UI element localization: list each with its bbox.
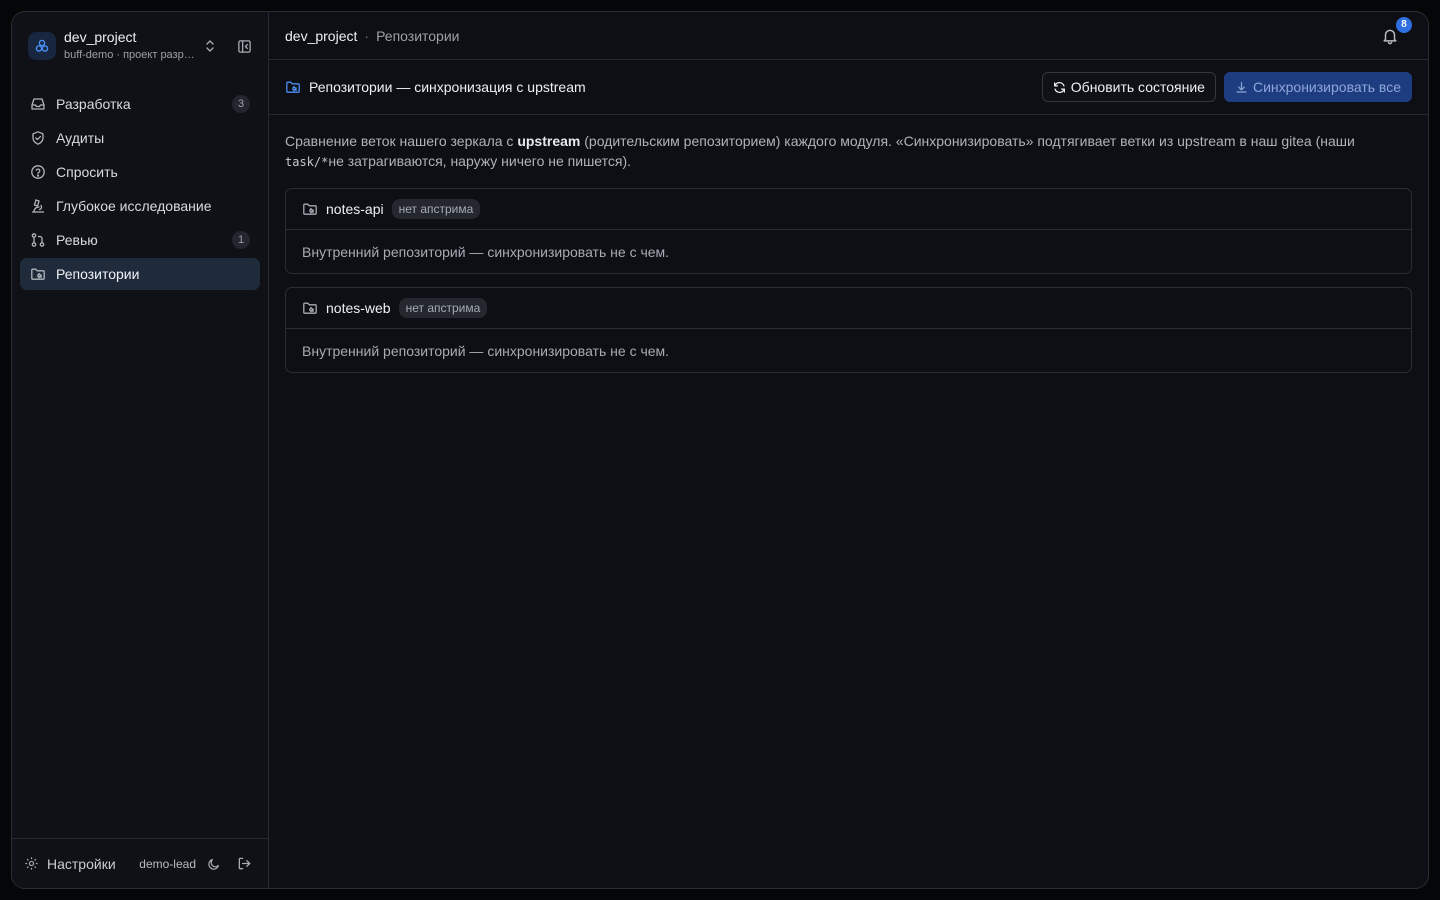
sync-all-label: Синхронизировать все xyxy=(1252,79,1401,95)
sidebar-footer: Настройки demo-lead xyxy=(12,838,268,888)
description-part: (родительским репозиторием) каждого моду… xyxy=(580,133,1355,149)
settings-label: Настройки xyxy=(47,855,116,872)
breadcrumb-current-page: Репозитории xyxy=(376,27,460,44)
repo-name: notes-api xyxy=(326,201,384,217)
git-pull-request-icon xyxy=(30,232,46,248)
description-part: Сравнение веток нашего зеркала с xyxy=(285,133,518,149)
folder-git-icon xyxy=(302,201,318,217)
description-part: не затрагиваются, наружу ничего не пишет… xyxy=(328,153,632,169)
inbox-icon xyxy=(30,96,46,112)
sidebar-item-label: Разработка xyxy=(56,96,131,112)
settings-link[interactable]: Настройки xyxy=(24,856,139,872)
refresh-state-button[interactable]: Обновить состояние xyxy=(1041,72,1216,102)
moon-icon[interactable] xyxy=(202,852,226,876)
count-badge: 1 xyxy=(232,231,250,249)
sidebar-item-label: Ревью xyxy=(56,232,98,248)
project-name: dev_project xyxy=(64,29,137,45)
description-text: Сравнение веток нашего зеркала с upstrea… xyxy=(285,131,1412,172)
collapse-sidebar-icon[interactable] xyxy=(232,34,256,58)
status-badge: нет апстрима xyxy=(391,199,481,219)
top-bar: dev_project · Репозитории 8 xyxy=(269,12,1428,60)
breadcrumb: dev_project · Репозитории xyxy=(285,28,460,44)
project-info: dev_project buff-demo · проект разработк… xyxy=(64,29,198,63)
repo-card-message: Внутренний репозиторий — синхронизироват… xyxy=(302,342,670,359)
repo-card: notes-api нет апстрима Внутренний репози… xyxy=(285,188,1412,274)
sidebar-item-label: Глубокое исследование xyxy=(56,198,212,214)
folder-git-icon xyxy=(285,79,301,95)
microscope-icon xyxy=(30,198,46,214)
sidebar-item-label: Спросить xyxy=(56,164,118,180)
repo-card-header: notes-api нет апстрима xyxy=(286,189,1411,230)
chevrons-up-down-icon[interactable] xyxy=(198,34,222,58)
sidebar-item-audits[interactable]: Аудиты xyxy=(20,122,260,154)
description-code: task/* xyxy=(285,155,329,169)
notification-count-badge: 8 xyxy=(1396,16,1412,33)
sidebar-item-deep-research[interactable]: Глубокое исследование xyxy=(20,190,260,222)
project-subtitle: buff-demo · проект разработки xyxy=(64,49,196,61)
main-area: dev_project · Репозитории 8 Репозитории … xyxy=(269,12,1428,888)
page-content: Сравнение веток нашего зеркала с upstrea… xyxy=(269,115,1428,402)
folder-git-icon xyxy=(30,266,46,282)
sidebar-item-ask[interactable]: Спросить xyxy=(20,156,260,188)
refresh-state-label: Обновить состояние xyxy=(1070,79,1205,95)
project-switcher[interactable]: dev_project buff-demo · проект разработк… xyxy=(12,12,268,80)
breadcrumb-project[interactable]: dev_project xyxy=(285,28,357,44)
shield-check-icon xyxy=(30,130,46,146)
count-badge: 3 xyxy=(232,95,250,113)
sidebar-item-development[interactable]: Разработка 3 xyxy=(20,88,260,120)
repo-card: notes-web нет апстрима Внутренний репози… xyxy=(285,287,1412,373)
sidebar: dev_project buff-demo · проект разработк… xyxy=(12,12,269,888)
refresh-icon xyxy=(1053,81,1066,94)
page-title: Репозитории — синхронизация с upstream xyxy=(285,79,586,95)
gear-icon xyxy=(24,856,39,871)
repo-card-message: Внутренний репозиторий — синхронизироват… xyxy=(302,243,670,260)
folder-git-icon xyxy=(302,300,318,316)
sidebar-nav: Разработка 3 Аудиты Спросить Глубокое ис… xyxy=(12,80,268,292)
username: demo-lead xyxy=(139,856,196,871)
notifications-button[interactable]: 8 xyxy=(1378,16,1412,48)
logout-icon[interactable] xyxy=(232,852,256,876)
help-circle-icon xyxy=(30,164,46,180)
sync-all-button[interactable]: Синхронизировать все xyxy=(1223,72,1412,102)
download-icon xyxy=(1235,81,1248,94)
sidebar-item-repositories[interactable]: Репозитории xyxy=(20,258,260,290)
sidebar-item-label: Репозитории xyxy=(56,266,140,282)
sidebar-item-review[interactable]: Ревью 1 xyxy=(20,224,260,256)
repo-card-header: notes-web нет апстрима xyxy=(286,288,1411,329)
app-window: dev_project buff-demo · проект разработк… xyxy=(11,11,1429,889)
sidebar-item-label: Аудиты xyxy=(56,130,105,146)
page-header: Репозитории — синхронизация с upstream О… xyxy=(269,60,1428,115)
description-bold: upstream xyxy=(517,133,581,149)
project-logo-icon xyxy=(28,32,56,60)
page-title-text: Репозитории — синхронизация с upstream xyxy=(309,79,586,95)
status-badge: нет апстрима xyxy=(398,298,488,318)
breadcrumb-separator: · xyxy=(364,27,370,44)
repo-name: notes-web xyxy=(326,300,391,316)
